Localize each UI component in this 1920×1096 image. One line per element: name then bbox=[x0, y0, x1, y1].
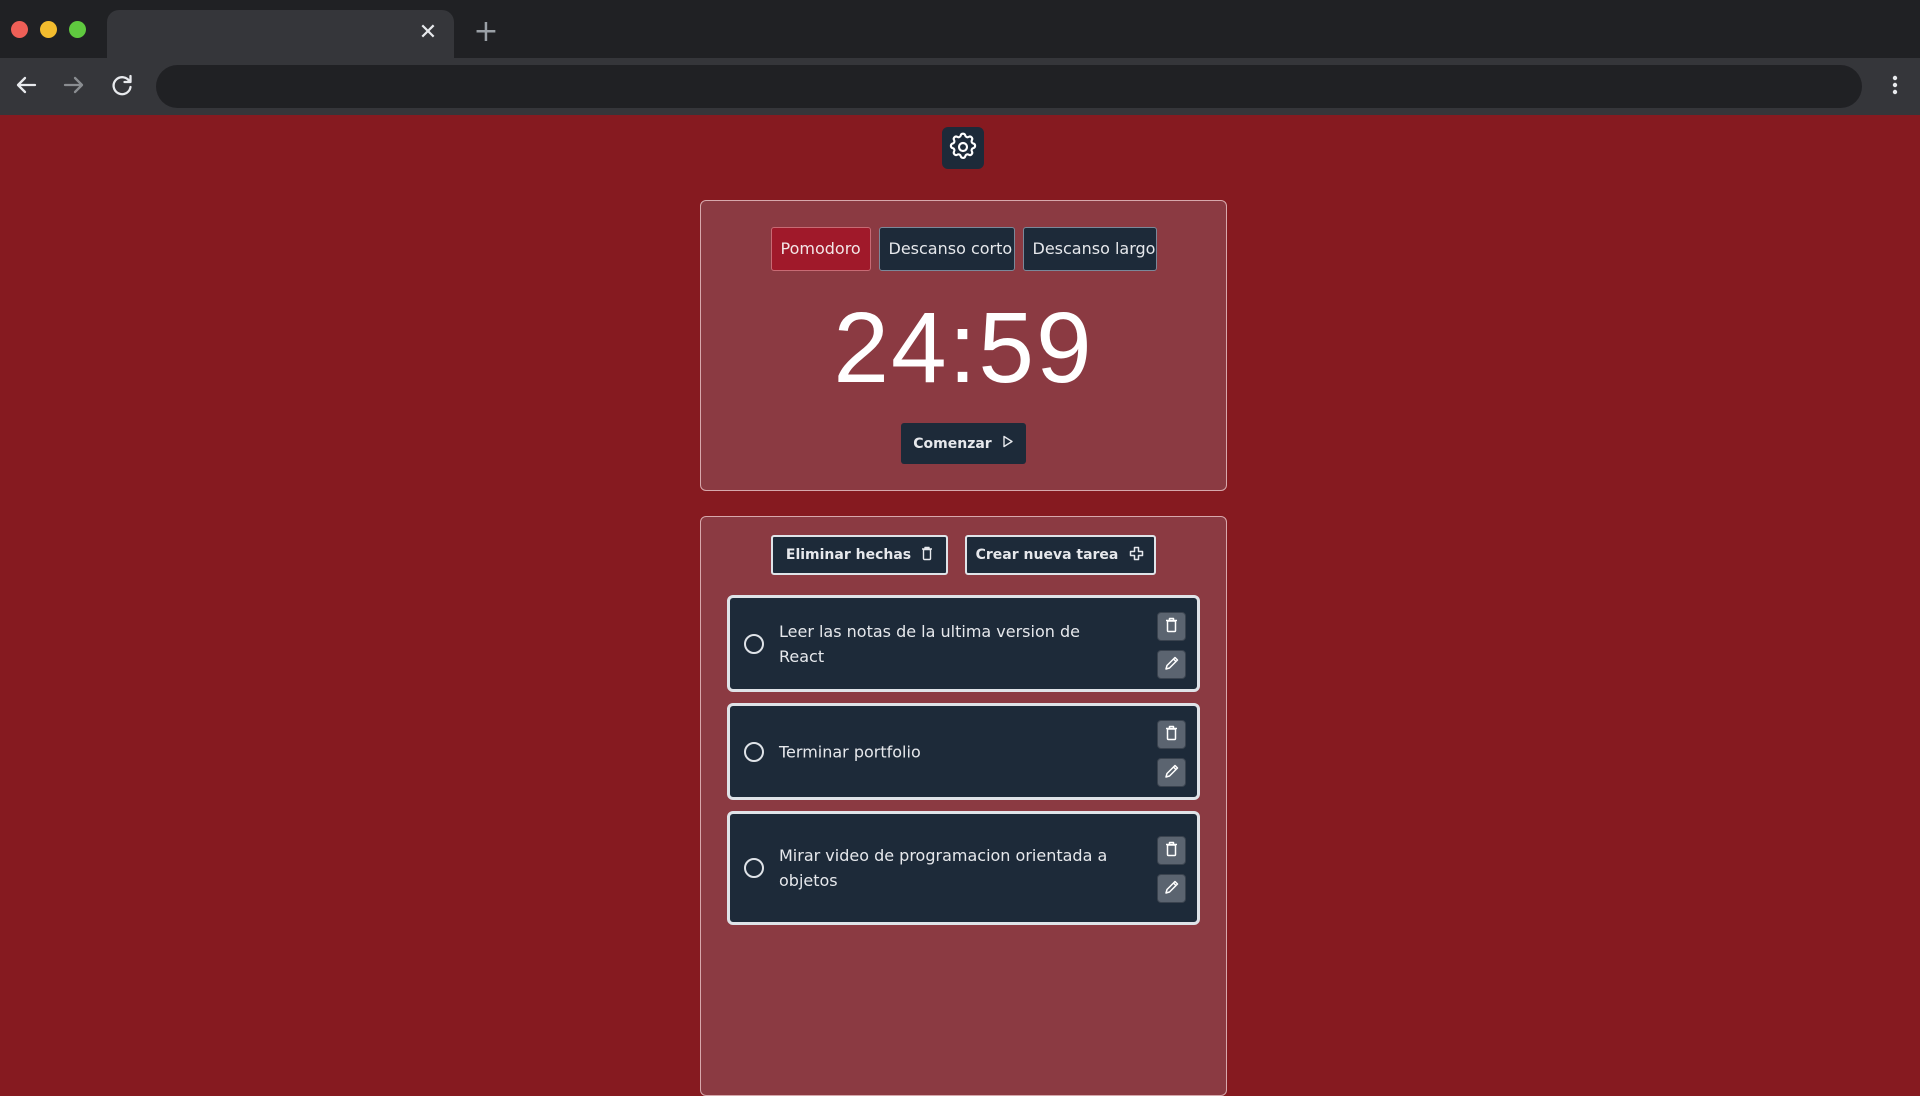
task-text: Mirar video de programacion orientada a … bbox=[779, 846, 1108, 890]
pencil-icon bbox=[1164, 763, 1180, 782]
browser-toolbar bbox=[0, 58, 1920, 115]
window-minimize-dot[interactable] bbox=[40, 21, 57, 38]
pencil-icon bbox=[1164, 879, 1180, 898]
mode-pomodoro-button[interactable]: Pomodoro bbox=[770, 227, 871, 271]
mode-selector: Pomodoro Descanso corto Descanso largo bbox=[701, 227, 1226, 271]
trash-icon bbox=[1165, 617, 1178, 636]
task-delete-button[interactable] bbox=[1157, 720, 1186, 749]
browser-tab-bar: ✕ + bbox=[0, 0, 1920, 58]
forward-arrow-icon[interactable] bbox=[59, 70, 89, 100]
back-arrow-icon[interactable] bbox=[11, 70, 41, 100]
mode-long-break-button[interactable]: Descanso largo bbox=[1022, 227, 1157, 271]
task-edit-button[interactable] bbox=[1157, 650, 1186, 679]
pencil-icon bbox=[1164, 655, 1180, 674]
task-item: Leer las notas de la ultima version de R… bbox=[727, 595, 1200, 692]
window-close-dot[interactable] bbox=[11, 21, 28, 38]
browser-menu-icon[interactable] bbox=[1880, 70, 1910, 100]
task-text: Leer las notas de la ultima version de R… bbox=[779, 621, 1080, 666]
plus-circle-icon bbox=[1128, 545, 1145, 566]
tab-close-icon[interactable]: ✕ bbox=[416, 21, 440, 45]
task-checkbox[interactable] bbox=[744, 741, 764, 762]
tasks-card: Eliminar hechas Crear nueva tarea Leer l… bbox=[700, 516, 1227, 1096]
reload-icon[interactable] bbox=[107, 70, 137, 100]
task-item: Mirar video de programacion orientada a … bbox=[727, 811, 1200, 925]
task-checkbox[interactable] bbox=[744, 633, 764, 654]
create-task-label: Crear nueva tarea bbox=[975, 547, 1119, 563]
trash-icon bbox=[1165, 841, 1178, 860]
task-text: Terminar portfolio bbox=[779, 742, 921, 761]
timer-display: 24:59 bbox=[833, 292, 1094, 404]
create-task-button[interactable]: Crear nueva tarea bbox=[965, 535, 1156, 575]
play-icon bbox=[1002, 435, 1014, 452]
mode-short-break-button[interactable]: Descanso corto bbox=[878, 227, 1015, 271]
trash-icon bbox=[1165, 725, 1178, 744]
start-button-label: Comenzar bbox=[913, 435, 992, 452]
address-bar[interactable] bbox=[156, 65, 1862, 108]
task-item: Terminar portfolio bbox=[727, 703, 1200, 800]
timer-card: Pomodoro Descanso corto Descanso largo 2… bbox=[700, 200, 1227, 491]
start-button[interactable]: Comenzar bbox=[901, 423, 1026, 464]
task-edit-button[interactable] bbox=[1157, 874, 1186, 903]
settings-button[interactable] bbox=[942, 127, 984, 169]
task-edit-button[interactable] bbox=[1157, 758, 1186, 787]
delete-done-label: Eliminar hechas bbox=[785, 547, 912, 563]
task-delete-button[interactable] bbox=[1157, 612, 1186, 641]
tasks-actions: Eliminar hechas Crear nueva tarea bbox=[701, 535, 1226, 575]
new-tab-icon[interactable]: + bbox=[472, 17, 500, 47]
browser-tab[interactable]: ✕ bbox=[107, 10, 454, 58]
task-checkbox[interactable] bbox=[744, 858, 764, 878]
delete-done-button[interactable]: Eliminar hechas bbox=[771, 535, 948, 575]
trash-icon bbox=[921, 546, 933, 565]
window-maximize-dot[interactable] bbox=[69, 21, 86, 38]
gear-icon bbox=[947, 131, 979, 166]
task-delete-button[interactable] bbox=[1157, 836, 1186, 865]
